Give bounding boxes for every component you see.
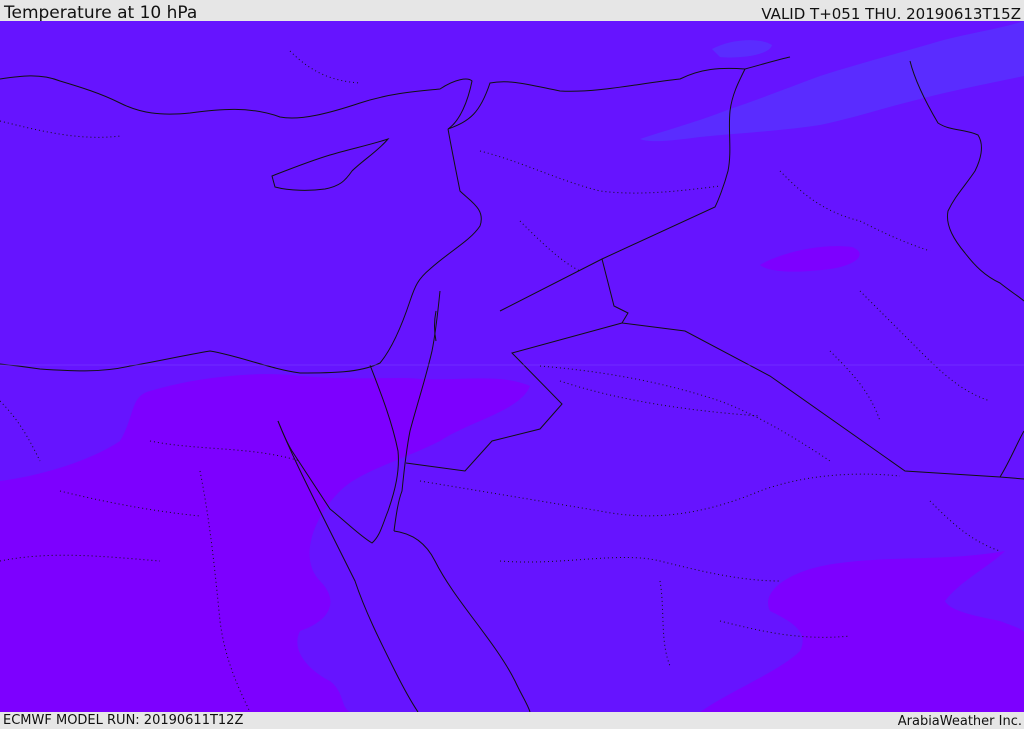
- credit-label: ArabiaWeather Inc.: [897, 714, 1022, 729]
- header-bar: Temperature at 10 hPa VALID T+051 THU. 2…: [0, 0, 1024, 23]
- map-title: Temperature at 10 hPa: [4, 3, 198, 23]
- model-run-label: ECMWF MODEL RUN: 20190611T12Z: [3, 713, 244, 728]
- footer-bar: ECMWF MODEL RUN: 20190611T12Z ArabiaWeat…: [0, 712, 1024, 729]
- temperature-map[interactable]: [0, 21, 1024, 712]
